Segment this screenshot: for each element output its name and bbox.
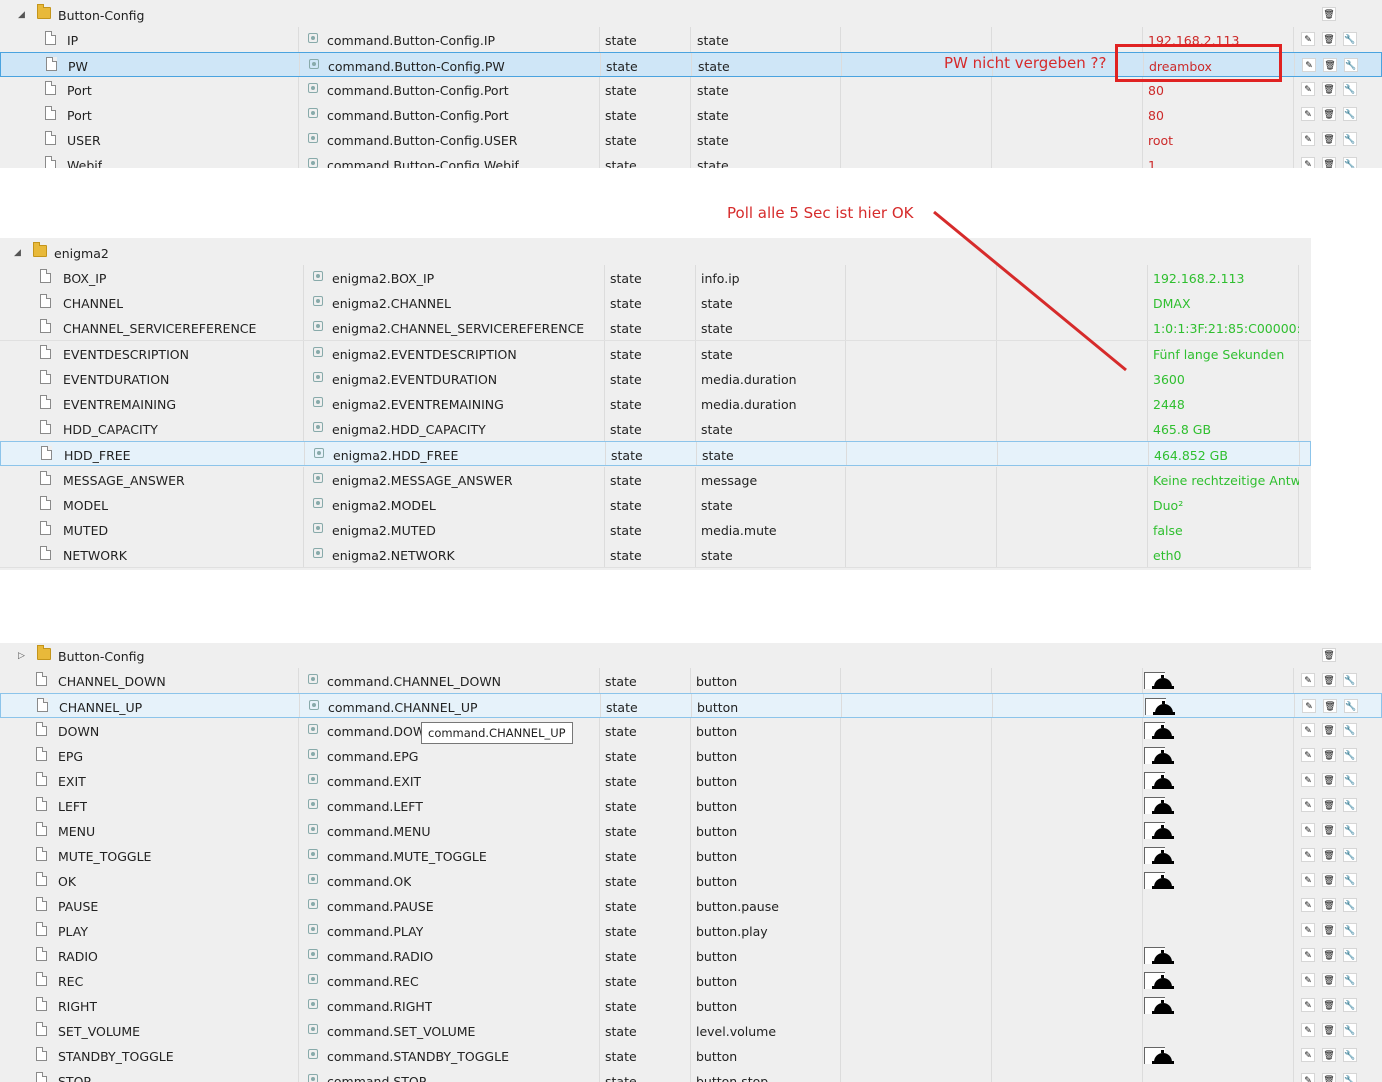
annotation-arrow [933, 210, 1127, 372]
